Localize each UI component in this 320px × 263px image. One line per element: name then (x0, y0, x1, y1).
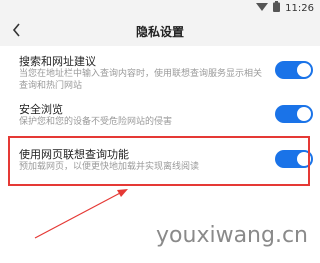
page-title: 隐私设置 (135, 25, 184, 39)
setting-safe-browsing: 安全浏览 保护您和您的设备不受危险网站的侵害 (0, 101, 320, 131)
watermark: youxiwang.cn (156, 223, 308, 248)
setting-title: 搜索和网址建议 (19, 55, 96, 68)
highlight-box (8, 136, 310, 186)
status-bar: 11:26 (0, 0, 320, 16)
setting-search-suggestions: 搜索和网址建议 当您在地址栏中输入查询内容时，使用联想查询服务显示相关查询和热门… (0, 53, 320, 93)
setting-description: 保护您和您的设备不受危险网站的侵害 (19, 117, 173, 127)
status-time: 11:26 (285, 2, 314, 14)
battery-icon (273, 1, 281, 15)
search-suggestions-toggle[interactable] (275, 61, 313, 79)
safe-browsing-toggle[interactable] (275, 105, 313, 123)
setting-description: 当您在地址栏中输入查询内容时，使用联想查询服务显示相关查询和热门网站 (19, 69, 263, 91)
wifi-icon (256, 2, 269, 15)
toggle-knob (297, 63, 311, 77)
status-icons: 11:26 (256, 1, 314, 15)
setting-title: 安全浏览 (19, 103, 63, 116)
header-bar: 隐私设置 (0, 16, 320, 46)
toggle-knob (297, 107, 311, 121)
